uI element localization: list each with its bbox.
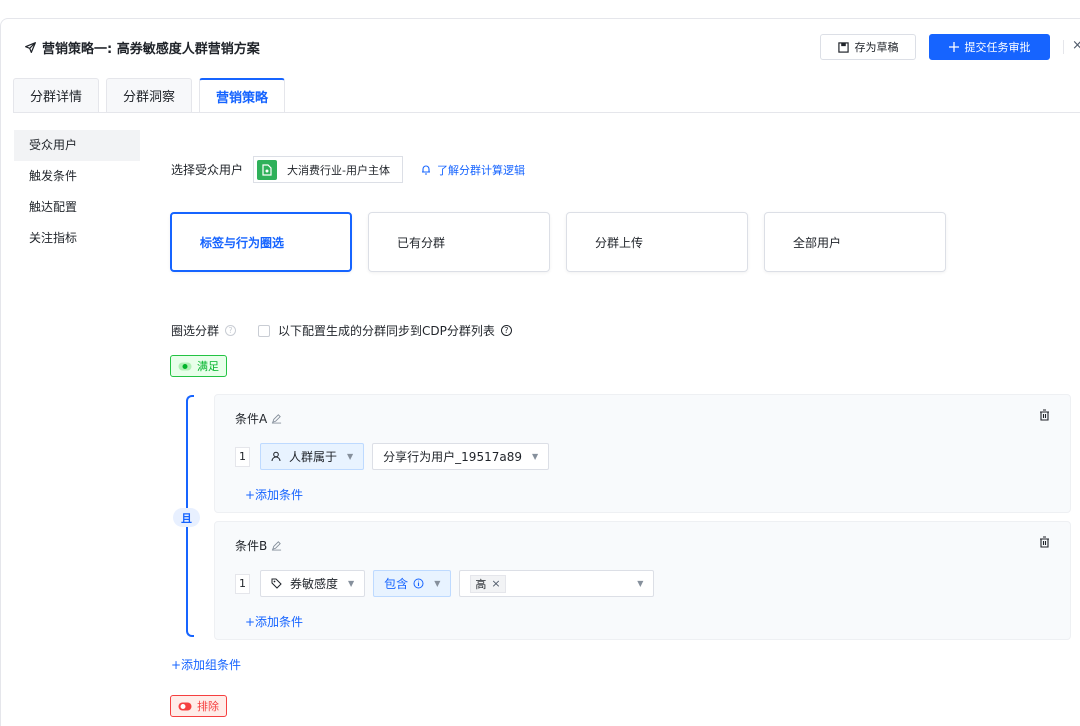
header-divider (1063, 40, 1064, 54)
card-tag-behavior[interactable]: 标签与行为圈选 (170, 212, 352, 272)
value-chip-text: 高 (475, 577, 487, 591)
satisfy-label: 满足 (197, 360, 219, 373)
audience-source-text: 大消费行业-用户主体 (287, 163, 390, 177)
and-toggle[interactable]: 且 (173, 508, 200, 527)
chevron-down-icon: ▼ (637, 579, 644, 588)
rule-index: 1 (235, 446, 250, 467)
bell-icon (421, 165, 430, 175)
save-icon (837, 41, 849, 53)
add-group-condition-button[interactable]: +添加组条件 (171, 656, 241, 673)
rule-operator-select[interactable]: 包含 ▼ (373, 570, 452, 597)
tag-icon (271, 578, 282, 589)
chevron-down-icon: ▼ (531, 452, 539, 461)
group-title-text: 条件A (235, 412, 268, 426)
chevron-down-icon: ▼ (434, 579, 441, 588)
rule-field-text: 人群属于 (289, 450, 338, 464)
tab-marketing-strategy[interactable]: 营销策略 (199, 78, 286, 112)
plus-icon (948, 42, 959, 52)
submit-approval-label: 提交任务审批 (964, 41, 1031, 54)
card-segment-upload[interactable]: 分群上传 (566, 212, 748, 272)
rule-field-text: 券敏感度 (290, 577, 339, 591)
page-title-text: 营销策略一: 高券敏感度人群营销方案 (42, 42, 260, 57)
rule-field-select[interactable]: 人群属于 ▼ (260, 443, 365, 470)
chevron-down-icon: ▼ (347, 452, 354, 461)
page-title: 营销策略一: 高券敏感度人群营销方案 (24, 38, 260, 57)
help-icon: ? (225, 325, 237, 336)
add-condition-button[interactable]: +添加条件 (245, 486, 303, 503)
circle-segment-label: 圈选分群 (171, 324, 220, 338)
tab-segment-details[interactable]: 分群详情 (13, 78, 100, 112)
learn-logic-link[interactable]: 了解分群计算逻辑 (421, 162, 525, 178)
sync-cdp-label: 以下配置生成的分群同步到CDP分群列表 (278, 324, 495, 338)
sync-cdp-checkbox[interactable] (258, 324, 271, 337)
card-all-users[interactable]: 全部用户 (764, 212, 946, 272)
circle-segment-row: 圈选分群 ? 以下配置生成的分群同步到CDP分群列表 ? (171, 322, 512, 339)
chevron-down-icon: ▼ (348, 579, 355, 588)
delete-icon[interactable] (1039, 536, 1050, 548)
rule-field-select[interactable]: 券敏感度 ▼ (260, 570, 366, 597)
rule-value-multiselect[interactable]: 高 × ▼ (459, 570, 655, 597)
rule-row: 1 券敏感度 ▼ 包含 ▼ 高 × ▼ (235, 570, 662, 597)
group-title: 条件A (235, 410, 282, 427)
condition-group-a: 条件A 1 人群属于 ▼ 分享行为用户_19517a89 ▼ +添加条件 (214, 394, 1071, 513)
edit-icon[interactable] (271, 540, 282, 551)
tab-segment-insight[interactable]: 分群洞察 (106, 78, 193, 112)
remove-chip-icon[interactable]: × (491, 577, 500, 590)
rule-value-select[interactable]: 分享行为用户_19517a89 ▼ (372, 443, 550, 470)
rule-index: 1 (235, 573, 250, 594)
audience-row: 选择受众用户 大消费行业-用户主体 了解分群计算逻辑 (171, 156, 525, 183)
satisfy-toggle[interactable]: 满足 (170, 355, 227, 377)
learn-logic-text: 了解分群计算逻辑 (436, 163, 525, 177)
help-icon: ? (500, 325, 512, 336)
send-icon (25, 42, 36, 53)
card-existing-segment[interactable]: 已有分群 (368, 212, 550, 272)
user-icon (271, 451, 281, 462)
toggle-icon (178, 702, 192, 710)
save-draft-button[interactable]: 存为草稿 (820, 34, 916, 60)
close-icon[interactable]: × (1072, 38, 1080, 53)
submit-approval-button[interactable]: 提交任务审批 (929, 34, 1050, 60)
group-title-text: 条件B (235, 539, 268, 553)
data-source-icon (257, 159, 278, 180)
add-condition-button[interactable]: +添加条件 (245, 613, 303, 630)
save-draft-label: 存为草稿 (854, 41, 899, 54)
audience-label: 选择受众用户 (171, 163, 244, 177)
edit-icon[interactable] (271, 413, 282, 424)
tab-bar: 分群详情 分群洞察 营销策略 (13, 78, 292, 112)
tabs-divider (13, 112, 1080, 113)
condition-group-b: 条件B 1 券敏感度 ▼ 包含 ▼ 高 × ▼ +添加条件 (214, 521, 1071, 640)
rule-row: 1 人群属于 ▼ 分享行为用户_19517a89 ▼ (235, 443, 557, 470)
sidebar-item-trigger[interactable]: 触发条件 (14, 161, 140, 192)
audience-source-select[interactable]: 大消费行业-用户主体 (253, 156, 403, 183)
sidebar-item-metrics[interactable]: 关注指标 (14, 223, 140, 254)
exclude-toggle[interactable]: 排除 (170, 695, 227, 717)
sidebar-item-reach[interactable]: 触达配置 (14, 192, 140, 223)
rule-value-text: 分享行为用户_19517a89 (383, 450, 522, 464)
group-title: 条件B (235, 537, 282, 554)
toggle-icon (178, 362, 192, 370)
delete-icon[interactable] (1039, 409, 1050, 421)
rule-operator-text: 包含 (384, 577, 409, 591)
value-chip: 高 × (470, 574, 506, 593)
info-icon (413, 578, 424, 589)
sidebar-item-audience[interactable]: 受众用户 (14, 130, 140, 161)
exclude-label: 排除 (197, 700, 219, 713)
sidebar: 受众用户 触发条件 触达配置 关注指标 (14, 130, 140, 254)
